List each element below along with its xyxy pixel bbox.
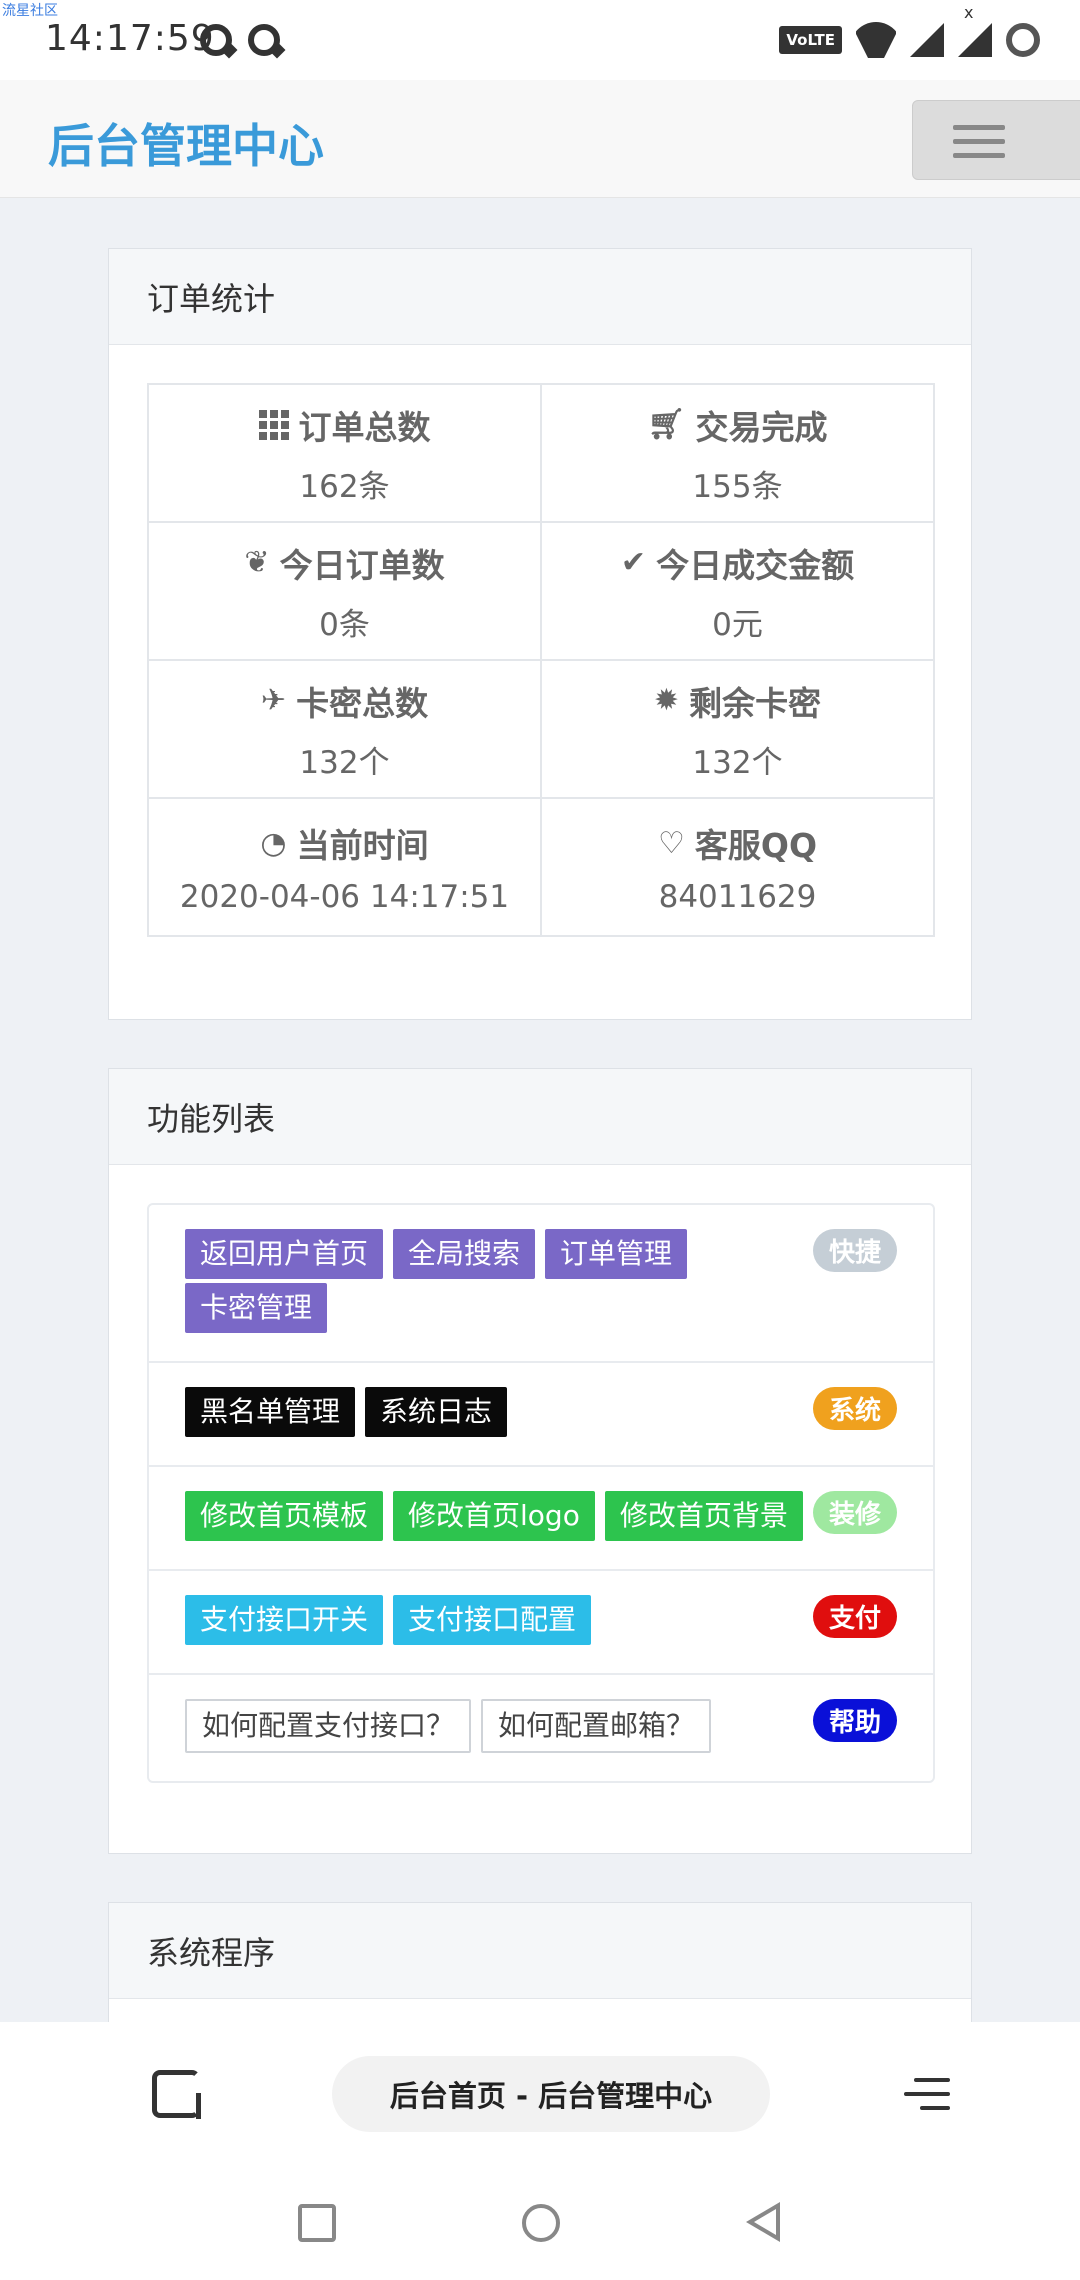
stat-cell: ✔ 今日成交金额 0元 bbox=[540, 521, 935, 661]
stat-label: 今日订单数 bbox=[279, 545, 445, 585]
dashboard-icon: ◔ bbox=[260, 825, 287, 861]
stat-cell: ❦ 今日订单数 0条 bbox=[147, 521, 542, 661]
panel-title: 功能列表 bbox=[109, 1069, 971, 1165]
heart-icon: ♡ bbox=[657, 825, 685, 861]
stat-label: 今日成交金额 bbox=[656, 545, 855, 585]
function-link-button[interactable]: 如何配置支付接口？ bbox=[185, 1699, 472, 1753]
stat-value: 0条 bbox=[319, 606, 370, 643]
panel-title: 订单统计 bbox=[109, 249, 971, 345]
stat-cell: 订单总数 162条 bbox=[147, 383, 542, 523]
certificate-icon: ✹ bbox=[653, 683, 680, 718]
menu-toggle-button[interactable] bbox=[912, 100, 1080, 180]
stat-label: 剩余卡密 bbox=[689, 683, 822, 723]
function-row: 修改首页模板 修改首页logo 修改首页背景 装修 bbox=[149, 1467, 933, 1571]
stat-value: 132个 bbox=[299, 744, 390, 781]
brand-title[interactable]: 后台管理中心 bbox=[48, 110, 324, 176]
panel-title: 系统程序 bbox=[109, 1903, 971, 1999]
stat-label: 订单总数 bbox=[298, 407, 431, 447]
status-time: 14:17:59 bbox=[45, 18, 215, 59]
check-icon: ✔ bbox=[620, 545, 647, 580]
category-badge: 快捷 bbox=[812, 1229, 897, 1272]
stat-value: 84011629 bbox=[658, 879, 817, 915]
category-badge: 装修 bbox=[812, 1491, 897, 1534]
stat-cell: ✈ 卡密总数 132个 bbox=[147, 659, 542, 799]
leaf-icon: ❦ bbox=[244, 545, 270, 580]
function-row: 黑名单管理 系统日志 系统 bbox=[149, 1363, 933, 1467]
page-title-pill[interactable]: 后台首页 - 后台管理中心 bbox=[332, 2056, 770, 2132]
function-link-button[interactable]: 返回用户首页 bbox=[185, 1229, 384, 1279]
stat-cell: ◔ 当前时间 2020-04-06 14:17:51 bbox=[147, 797, 542, 937]
function-row: 返回用户首页 全局搜索 订单管理卡密管理 快捷 bbox=[149, 1205, 933, 1363]
plane-icon: ✈ bbox=[260, 683, 287, 718]
stat-cell: ♡ 客服QQ 84011629 bbox=[540, 797, 935, 937]
browser-bottom-bar: 后台首页 - 后台管理中心 bbox=[0, 2022, 1080, 2172]
stat-label: 卡密总数 bbox=[296, 683, 429, 723]
stat-value: 2020-04-06 14:17:51 bbox=[179, 879, 510, 915]
hamburger-icon bbox=[953, 125, 1005, 130]
qq-notification-icon bbox=[248, 24, 280, 56]
function-link-button[interactable]: 修改首页logo bbox=[393, 1491, 595, 1541]
function-link-button[interactable]: 修改首页背景 bbox=[604, 1491, 803, 1541]
hamburger-line bbox=[953, 153, 1005, 158]
stat-label: 当前时间 bbox=[296, 826, 429, 865]
hamburger-line bbox=[953, 139, 1005, 144]
stat-label: 客服QQ bbox=[694, 826, 817, 865]
function-link-button[interactable]: 支付接口开关 bbox=[185, 1595, 384, 1645]
function-list: 返回用户首页 全局搜索 订单管理卡密管理 快捷 黑名单管理 系统日志 系统 修改首页模板 修改首… bbox=[147, 1203, 935, 1783]
cart-icon: 🛒︎ bbox=[647, 407, 686, 442]
function-link-button[interactable]: 如何配置邮箱？ bbox=[481, 1699, 712, 1753]
system-panel: 系统程序 bbox=[108, 1902, 972, 2042]
stat-value: 132个 bbox=[692, 744, 783, 781]
battery-icon bbox=[1006, 23, 1040, 57]
stat-label: 交易完成 bbox=[695, 407, 828, 447]
function-list-panel: 功能列表 返回用户首页 全局搜索 订单管理卡密管理 快捷黑名单管理 系统日志 系统修改首页… bbox=[108, 1068, 972, 1854]
function-link-button[interactable]: 修改首页模板 bbox=[185, 1491, 384, 1541]
stat-value: 155条 bbox=[692, 468, 783, 505]
signal-icon: x bbox=[958, 3, 992, 57]
function-row: 如何配置支付接口？ 如何配置邮箱？ 帮助 bbox=[149, 1675, 933, 1781]
function-link-button[interactable]: 全局搜索 bbox=[393, 1229, 536, 1279]
function-link-button[interactable]: 黑名单管理 bbox=[185, 1387, 356, 1437]
stat-cell: 🛒︎ 交易完成 155条 bbox=[540, 383, 935, 523]
home-button[interactable] bbox=[522, 2204, 560, 2242]
qq-notification-icon bbox=[200, 24, 232, 56]
status-bar: 14:17:59 VoLTE x bbox=[0, 0, 1080, 80]
order-stats-panel: 订单统计 订单总数 162条 🛒︎ 交易完成 155条 ❦ 今日订单数 0条 ✔ 今日… bbox=[108, 248, 972, 1020]
stat-value: 0元 bbox=[712, 606, 763, 643]
watermark-text: 流星社区 bbox=[2, 3, 58, 19]
function-link-button[interactable]: 系统日志 bbox=[365, 1387, 508, 1437]
system-navigation-bar bbox=[0, 2172, 1080, 2280]
function-link-button[interactable]: 订单管理 bbox=[545, 1229, 688, 1279]
menu-lines-icon[interactable] bbox=[904, 2074, 950, 2114]
category-badge: 帮助 bbox=[812, 1699, 897, 1742]
wifi-icon bbox=[856, 22, 896, 58]
stat-cell: ✹ 剩余卡密 132个 bbox=[540, 659, 935, 799]
volte-icon: VoLTE bbox=[779, 26, 842, 54]
top-navbar: 后台管理中心 bbox=[0, 80, 1080, 198]
stat-value: 162条 bbox=[299, 468, 390, 505]
grid-icon bbox=[258, 409, 289, 440]
function-link-button[interactable]: 支付接口配置 bbox=[393, 1595, 592, 1645]
signal-icon bbox=[910, 23, 944, 57]
category-badge: 支付 bbox=[812, 1595, 897, 1638]
function-row: 支付接口开关 支付接口配置 支付 bbox=[149, 1571, 933, 1675]
category-badge: 系统 bbox=[812, 1387, 897, 1430]
stats-table: 订单总数 162条 🛒︎ 交易完成 155条 ❦ 今日订单数 0条 ✔ 今日成交金额 … bbox=[147, 383, 935, 937]
back-button[interactable] bbox=[746, 2202, 780, 2242]
function-link-button[interactable]: 卡密管理 bbox=[185, 1283, 328, 1333]
tabs-icon[interactable] bbox=[152, 2070, 201, 2119]
recents-button[interactable] bbox=[298, 2204, 336, 2242]
